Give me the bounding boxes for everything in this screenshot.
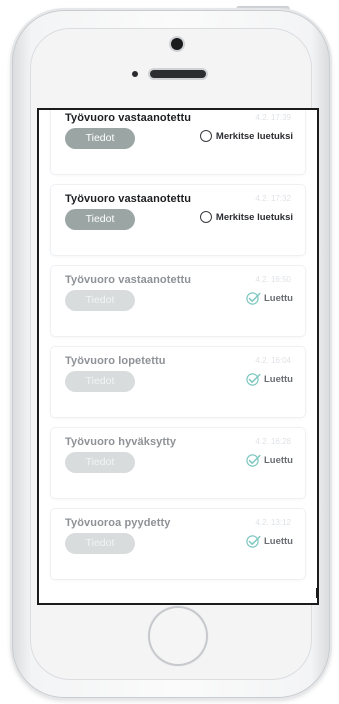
read-label: Luettu <box>263 455 293 466</box>
check-icon <box>246 292 261 305</box>
check-icon <box>246 535 261 548</box>
radio-unchecked-icon[interactable] <box>199 211 212 223</box>
notification-time: 4.2. 16:50 <box>255 275 291 284</box>
notification-title: Työvuoro vastaanotettu <box>65 193 192 205</box>
proximity-sensor <box>132 71 138 77</box>
earpiece-speaker <box>150 70 206 78</box>
scroll-indicator[interactable] <box>316 588 317 598</box>
notification-title: Työvuoro lopetettu <box>65 355 166 367</box>
read-label: Luettu <box>263 293 293 304</box>
notification-title: Työvuoro vastaanotettu <box>65 112 192 124</box>
mark-as-read-toggle[interactable]: Merkitse luetuksi <box>199 211 293 223</box>
notification-title: Työvuoro hyväksytty <box>65 436 177 448</box>
read-status: Luettu <box>246 454 293 467</box>
mark-as-read-label: Merkitse luetuksi <box>215 211 293 223</box>
notification-card: Työvuoroa pyydetty 4.2. 13:12 Tiedot Lue… <box>51 509 305 579</box>
notification-title: Työvuoro vastaanotettu <box>65 274 192 286</box>
notification-card: Työvuoro lopetettu 4.2. 16:04 Tiedot Lue… <box>51 347 305 417</box>
mark-as-read-toggle[interactable]: Merkitse luetuksi <box>199 130 293 142</box>
check-icon <box>246 373 261 386</box>
home-button[interactable] <box>150 608 206 664</box>
notification-list[interactable]: Työvuoro vastaanotettu 4.2. 17:39 Tiedot… <box>51 110 305 590</box>
notification-card: Työvuoro hyväksytty 4.2. 16:28 Tiedot Lu… <box>51 428 305 498</box>
details-button[interactable]: Tiedot <box>65 290 135 311</box>
notification-time: 4.2. 13:12 <box>255 518 291 527</box>
read-status: Luettu <box>246 535 293 548</box>
details-button[interactable]: Tiedot <box>65 128 135 149</box>
read-status: Luettu <box>246 292 293 305</box>
notification-time: 4.2. 16:28 <box>255 437 291 446</box>
details-button[interactable]: Tiedot <box>65 371 135 392</box>
details-button[interactable]: Tiedot <box>65 533 135 554</box>
notification-time: 4.2. 17:32 <box>255 194 291 203</box>
device-stage: Työvuoro vastaanotettu 4.2. 17:39 Tiedot… <box>0 0 339 704</box>
front-camera <box>171 38 183 50</box>
notification-time: 4.2. 16:04 <box>255 356 291 365</box>
check-icon <box>246 454 261 467</box>
details-button[interactable]: Tiedot <box>65 452 135 473</box>
notification-card: Työvuoro vastaanotettu 4.2. 17:39 Tiedot… <box>51 110 305 174</box>
notification-time: 4.2. 17:39 <box>255 113 291 122</box>
radio-unchecked-icon[interactable] <box>199 130 212 142</box>
notification-title: Työvuoroa pyydetty <box>65 517 171 529</box>
read-status: Luettu <box>246 373 293 386</box>
mark-as-read-label: Merkitse luetuksi <box>215 130 293 142</box>
read-label: Luettu <box>263 374 293 385</box>
notification-card: Työvuoro vastaanotettu 4.2. 17:32 Tiedot… <box>51 185 305 255</box>
details-button[interactable]: Tiedot <box>65 209 135 230</box>
notification-card: Työvuoro vastaanotettu 4.2. 16:50 Tiedot… <box>51 266 305 336</box>
phone-screen[interactable]: Työvuoro vastaanotettu 4.2. 17:39 Tiedot… <box>37 108 319 605</box>
read-label: Luettu <box>263 536 293 547</box>
